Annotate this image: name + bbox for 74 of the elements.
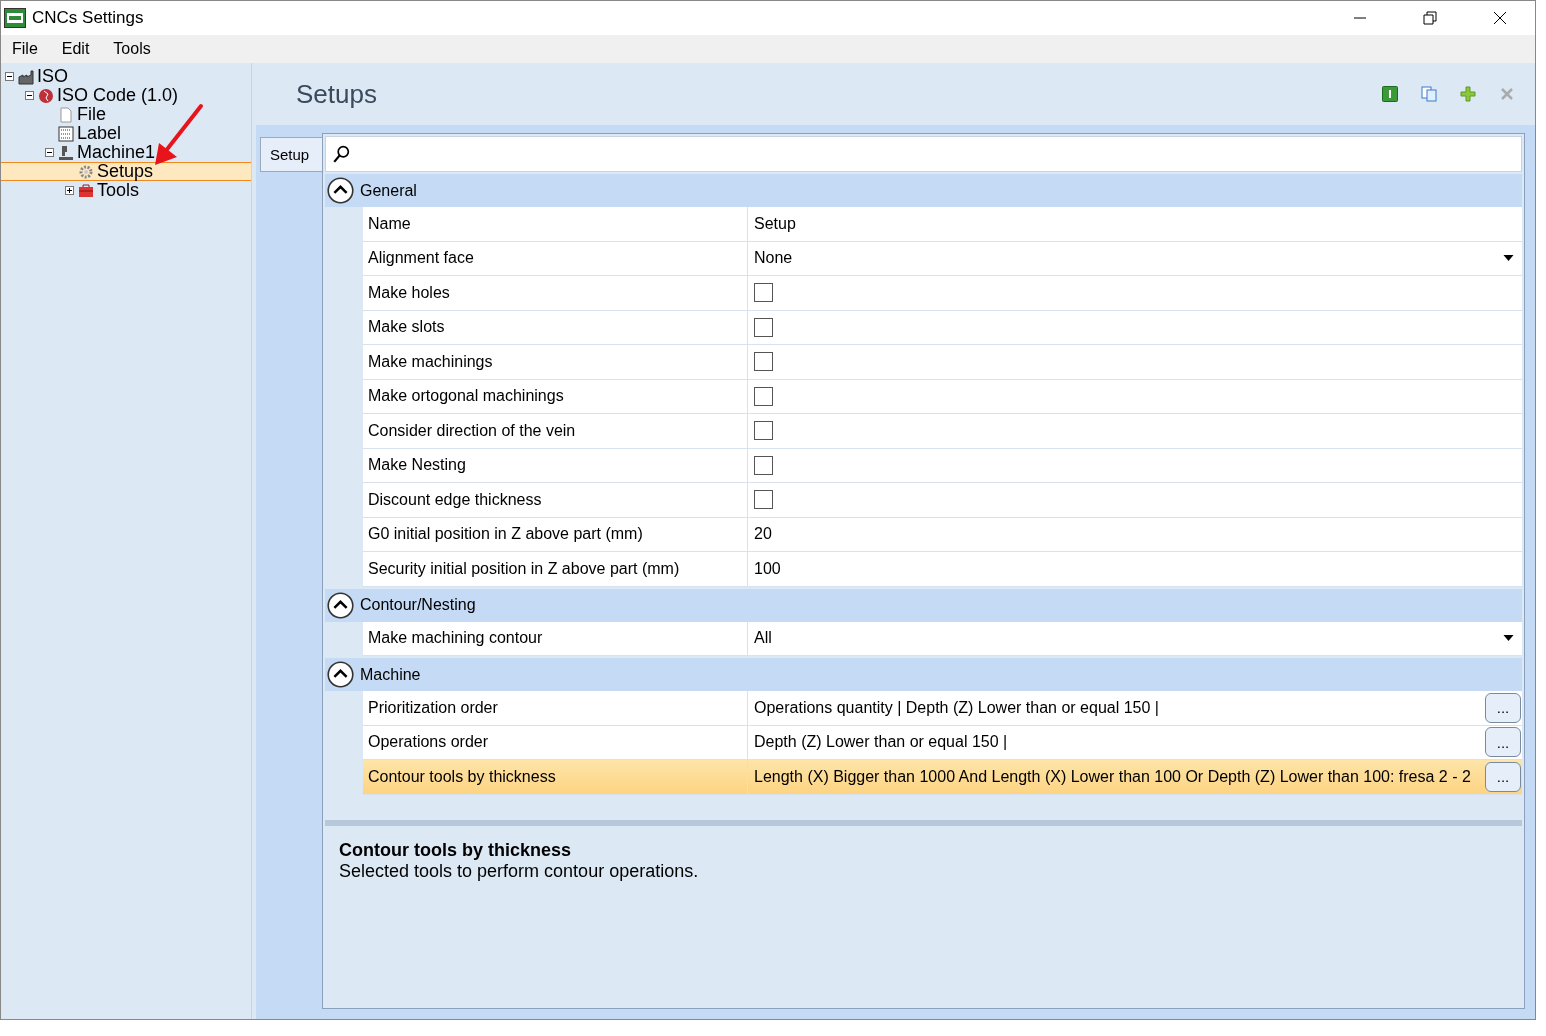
property-name: Make holes [363, 276, 748, 310]
dropdown-arrow-icon[interactable] [1503, 255, 1514, 262]
collapse-icon[interactable] [327, 177, 354, 204]
property-name: Alignment face [363, 241, 748, 275]
checkbox[interactable] [754, 283, 773, 303]
ellipsis-button[interactable]: ... [1485, 692, 1521, 723]
window-title: CNCs Settings [32, 8, 144, 28]
property-name: Make machinings [363, 345, 748, 379]
checkbox[interactable] [754, 490, 773, 510]
expander-icon[interactable] [65, 185, 75, 196]
checkbox[interactable] [754, 352, 773, 372]
property-value[interactable]: None [754, 249, 793, 268]
property-name: Contour tools by thickness [363, 760, 748, 794]
property-name: Security initial position in Z above part (mm) [363, 552, 748, 586]
tree-item[interactable]: Tools [97, 180, 140, 201]
group-title: General [360, 181, 417, 200]
property-value[interactable]: 20 [754, 525, 772, 544]
tree-item[interactable]: ISO Code (1.0) [57, 85, 179, 106]
search-icon [332, 145, 350, 163]
property-name: Make slots [363, 310, 748, 344]
property-name: Discount edge thickness [363, 483, 748, 517]
property-value[interactable]: 100 [754, 559, 781, 578]
file-icon [58, 106, 74, 123]
tree-item[interactable]: ISO [37, 66, 68, 87]
copy-icon[interactable] [1421, 86, 1437, 102]
ellipsis-button[interactable]: ... [1485, 727, 1521, 758]
gear-icon [78, 163, 94, 180]
property-name: Name [363, 207, 748, 241]
restore-icon[interactable] [1423, 11, 1437, 25]
globe-icon [38, 87, 54, 104]
property-name: Make machining contour [363, 621, 748, 655]
tree-item[interactable]: Label [77, 123, 122, 144]
checkbox[interactable] [754, 386, 773, 406]
menu-item[interactable]: Edit [61, 40, 90, 58]
tab[interactable]: Setup [260, 137, 322, 172]
property-name: Make Nesting [363, 448, 748, 482]
menu-item[interactable]: File [12, 40, 38, 58]
group-title: Contour/Nesting [360, 596, 476, 614]
checkbox[interactable] [754, 317, 773, 337]
close-icon[interactable] [1493, 11, 1507, 25]
group-title: Machine [360, 665, 421, 684]
property-value[interactable]: Length (X) Bigger than 1000 And Length (X) Lower than 100 Or Depth (Z) Lower than 100: fresa 2 - 2 [754, 767, 1485, 786]
property-name: Operations order [363, 725, 748, 759]
property-name: Prioritization order [363, 691, 748, 725]
property-name: G0 initial position in Z above part (mm) [363, 517, 748, 551]
app-logo-icon [4, 8, 26, 28]
property-name: Make ortogonal machinings [363, 379, 748, 413]
description-text: Selected tools to perform contour operations. [339, 861, 700, 882]
menu-item[interactable]: Tools [113, 40, 151, 58]
tree-item[interactable]: File [77, 104, 106, 125]
collapse-icon[interactable] [327, 591, 354, 619]
property-value[interactable]: Operations quantity | Depth (Z) Lower than or equal 150 | [754, 698, 1485, 717]
property-value[interactable]: All [754, 629, 772, 648]
info-icon[interactable] [1382, 86, 1398, 102]
factory-icon [18, 68, 34, 85]
expander-icon[interactable] [45, 147, 55, 158]
checkbox[interactable] [754, 421, 773, 441]
toolbox-icon [78, 182, 94, 199]
dropdown-arrow-icon[interactable] [1503, 635, 1514, 642]
tree-item[interactable]: Machine1 [77, 142, 156, 163]
property-name: Consider direction of the vein [363, 414, 748, 448]
label-icon [58, 125, 74, 142]
collapse-icon[interactable] [327, 661, 354, 688]
property-value[interactable]: Depth (Z) Lower than or equal 150 | [754, 733, 1485, 752]
ellipsis-button[interactable]: ... [1485, 761, 1521, 792]
property-value[interactable]: Setup [754, 214, 796, 233]
checkbox[interactable] [754, 455, 773, 475]
expander-icon[interactable] [5, 71, 15, 82]
expander-icon[interactable] [25, 90, 35, 101]
description-title: Contour tools by thickness [339, 840, 573, 861]
machine-icon [58, 144, 74, 161]
arrow-annotation-icon [153, 103, 205, 167]
page-title: Setups [296, 78, 377, 110]
search-field[interactable] [325, 136, 1522, 172]
